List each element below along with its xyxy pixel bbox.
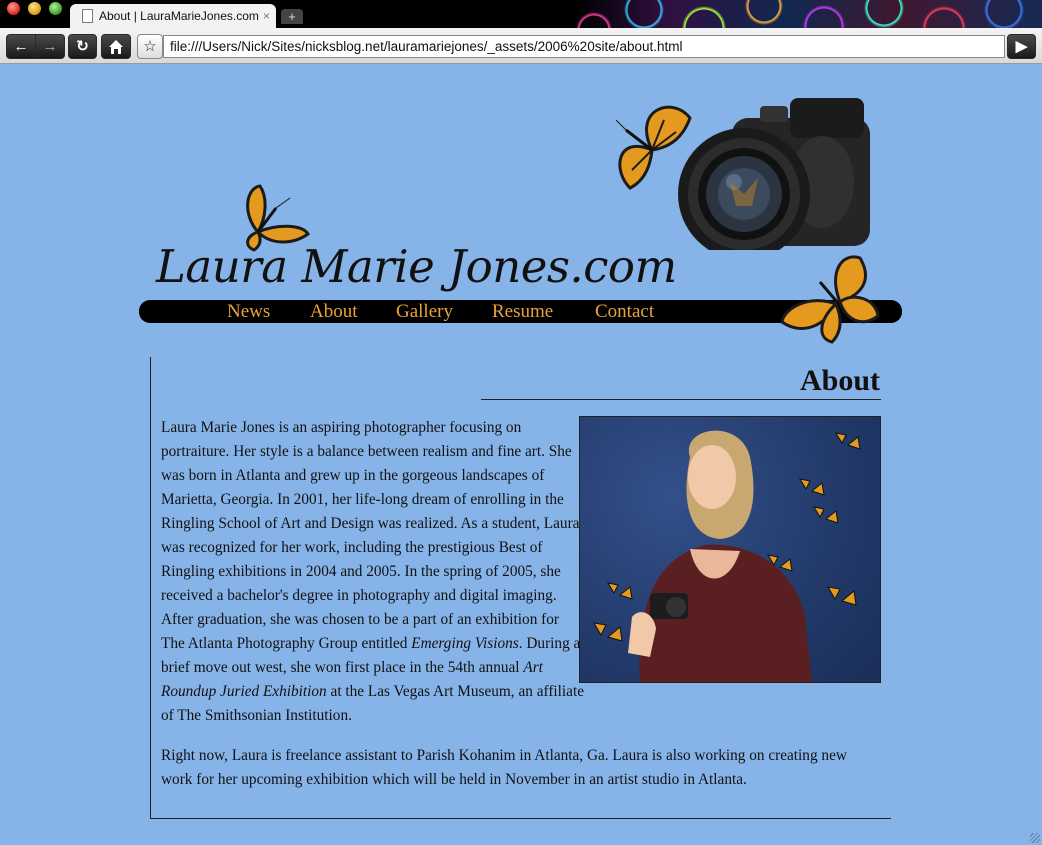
back-button[interactable]: ← bbox=[6, 34, 36, 59]
forward-button[interactable]: → bbox=[35, 34, 65, 59]
reload-icon: ↻ bbox=[76, 38, 89, 55]
close-window-icon[interactable] bbox=[7, 2, 20, 15]
zoom-window-icon[interactable] bbox=[49, 2, 62, 15]
nav-news[interactable]: News bbox=[227, 300, 270, 323]
page-title: About bbox=[799, 364, 880, 397]
bookmark-star-icon: ☆ bbox=[143, 38, 157, 55]
heading-divider bbox=[481, 399, 881, 400]
page-icon bbox=[82, 9, 93, 23]
portrait-photo bbox=[579, 416, 881, 683]
minimize-window-icon[interactable] bbox=[28, 2, 41, 15]
home-icon bbox=[109, 40, 123, 54]
camera-image bbox=[678, 98, 870, 250]
tab-close-icon[interactable]: × bbox=[263, 9, 270, 23]
forward-icon: → bbox=[42, 38, 58, 55]
current-work-paragraph: Right now, Laura is freelance assistant … bbox=[161, 747, 847, 788]
back-icon: ← bbox=[13, 38, 29, 55]
tab-title: About | LauraMarieJones.com bbox=[99, 9, 259, 23]
browser-toolbar: ← → ↻ ☆ file:///Users/Nick/Sites/nicksbl… bbox=[0, 28, 1042, 64]
nav-resume[interactable]: Resume bbox=[492, 300, 553, 323]
browser-tab[interactable]: About | LauraMarieJones.com × bbox=[70, 4, 276, 28]
butterfly-icon bbox=[615, 105, 692, 190]
address-bar[interactable]: file:///Users/Nick/Sites/nicksblog.net/l… bbox=[163, 35, 1005, 58]
browser-titlebar: About | LauraMarieJones.com × + bbox=[0, 0, 1042, 28]
portrait-illustration bbox=[593, 430, 861, 682]
bio-paragraph: Laura Marie Jones is an aspiring photogr… bbox=[161, 416, 586, 728]
go-button[interactable]: ▶ bbox=[1007, 34, 1036, 59]
new-tab-button[interactable]: + bbox=[281, 9, 303, 24]
site-title[interactable]: Laura Marie Jones.com bbox=[156, 240, 677, 293]
go-icon: ▶ bbox=[1015, 38, 1028, 55]
home-button[interactable] bbox=[101, 34, 131, 59]
nav-about[interactable]: About bbox=[310, 300, 358, 323]
butterfly-icon bbox=[780, 255, 880, 344]
nav-gallery[interactable]: Gallery bbox=[396, 300, 453, 323]
bio-text: Laura Marie Jones is an aspiring photogr… bbox=[161, 419, 580, 652]
exhibition-title: Emerging Visions bbox=[411, 635, 519, 652]
reload-button[interactable]: ↻ bbox=[68, 34, 97, 59]
bookmark-button[interactable]: ☆ bbox=[137, 34, 163, 59]
nav-contact[interactable]: Contact bbox=[595, 300, 654, 323]
browser-theme-artwork bbox=[574, 0, 1042, 28]
window-resize-grip[interactable] bbox=[1030, 833, 1040, 843]
